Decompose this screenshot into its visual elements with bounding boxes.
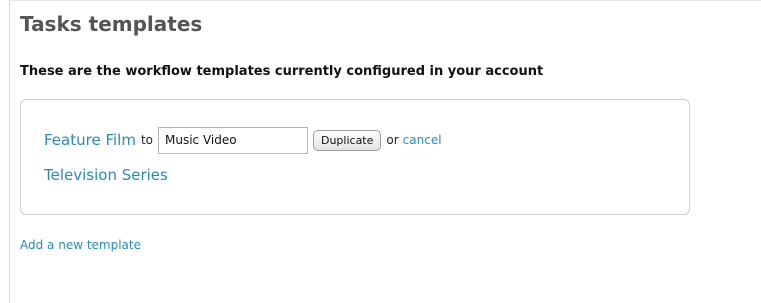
template-row-feature-film: Feature Film to Duplicate or cancel [44, 126, 442, 154]
content-left-border [9, 0, 10, 303]
cancel-link[interactable]: cancel [403, 133, 442, 147]
templates-description: These are the workflow templates current… [20, 64, 544, 79]
templates-list-box: Feature Film to Duplicate or cancel Tele… [20, 99, 690, 215]
template-row-television-series: Television Series [44, 164, 168, 186]
duplicate-button[interactable]: Duplicate [312, 129, 382, 151]
duplicate-to-label: to [140, 133, 153, 147]
duplicate-name-input[interactable] [157, 126, 308, 154]
template-link-feature-film[interactable]: Feature Film [44, 131, 136, 149]
template-link-television-series[interactable]: Television Series [44, 166, 168, 184]
page-title: Tasks templates [20, 12, 203, 36]
or-label: or [386, 133, 399, 147]
content-top-border [9, 0, 761, 1]
add-new-template-link[interactable]: Add a new template [20, 238, 141, 252]
